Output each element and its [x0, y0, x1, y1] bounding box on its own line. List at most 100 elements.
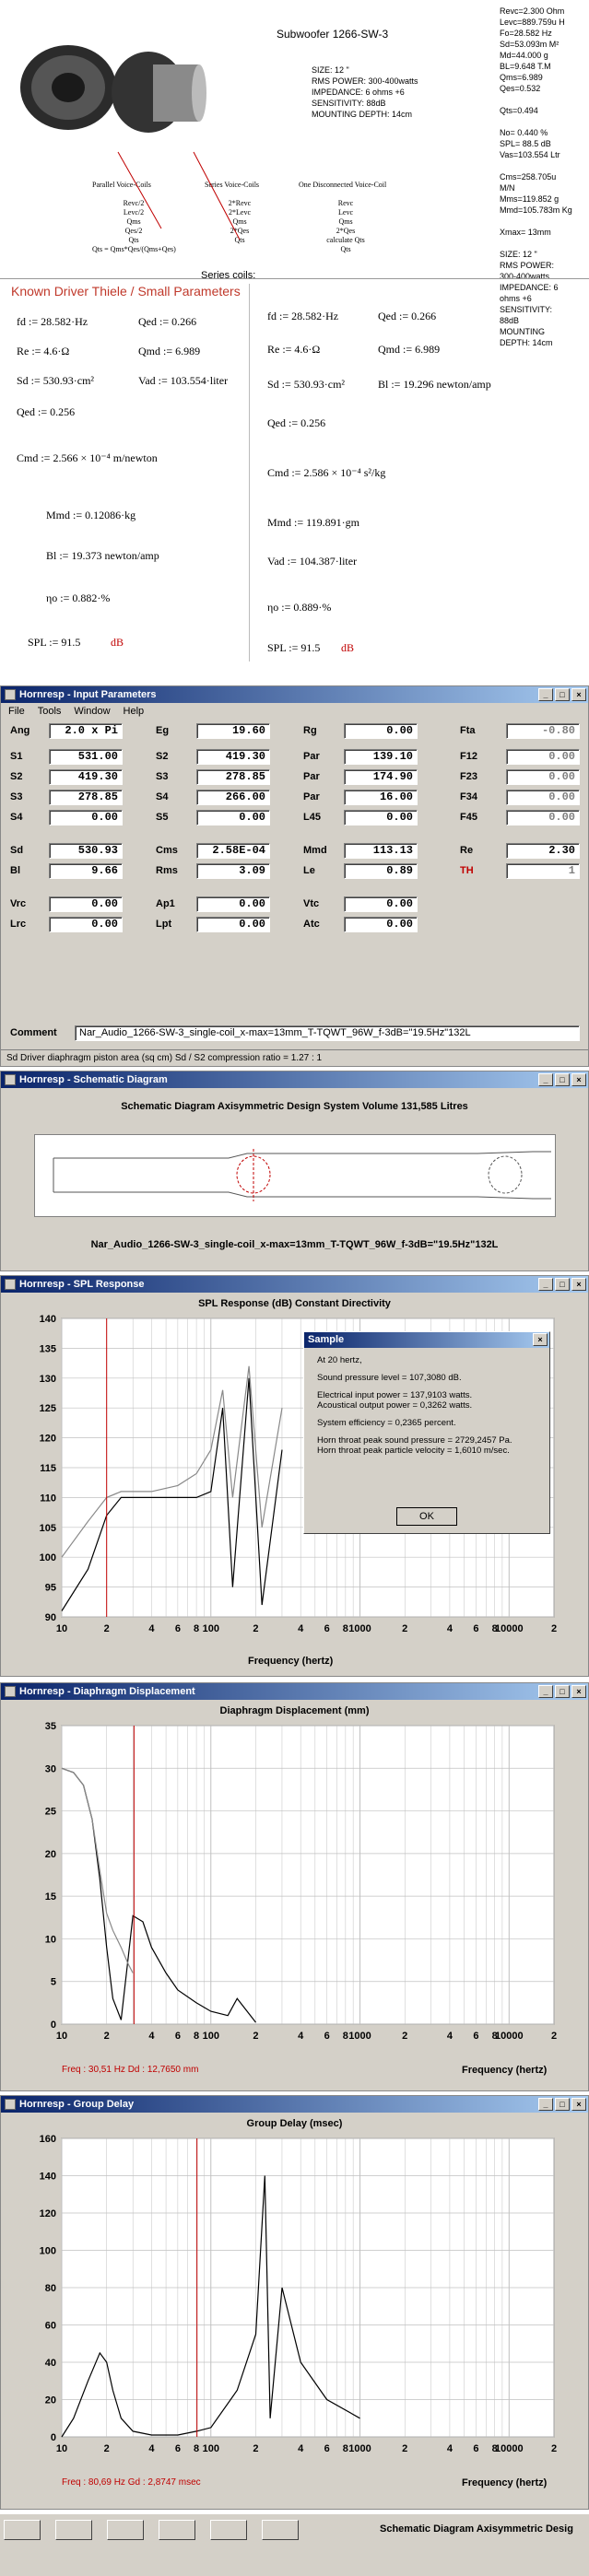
- close-button[interactable]: ×: [571, 1278, 586, 1291]
- x-tick-label: 4: [298, 2443, 304, 2454]
- param-label: F34: [460, 791, 477, 802]
- param-field[interactable]: 0.00: [506, 790, 580, 805]
- param-field[interactable]: 113.13: [344, 843, 418, 859]
- param-field[interactable]: 16.00: [344, 790, 418, 805]
- horn-schematic: [53, 1149, 551, 1201]
- param-field[interactable]: 0.89: [344, 863, 418, 879]
- param-field[interactable]: 0.00: [506, 810, 580, 825]
- maximize-button[interactable]: □: [555, 2098, 570, 2111]
- spec-sensitivity: SENSITIVITY: 88dB: [312, 99, 386, 108]
- param-field[interactable]: 530.93: [49, 843, 123, 859]
- param-field[interactable]: 3.09: [196, 863, 270, 879]
- param-field[interactable]: 1: [506, 863, 580, 879]
- displacement-chart[interactable]: 0510152025303510 2 4 6 8 100 2 4 6 8 1000 2 4 6 810000…: [1, 1720, 588, 2061]
- comment-input[interactable]: Nar_Audio_1266-SW-3_single-coil_x-max=13…: [75, 1025, 580, 1041]
- math-r-spl: SPL := 91.5: [267, 641, 321, 654]
- param-field[interactable]: 278.85: [196, 769, 270, 785]
- minimize-button[interactable]: _: [538, 1073, 553, 1086]
- param-field[interactable]: 0.00: [196, 810, 270, 825]
- param-field[interactable]: 19.60: [196, 723, 270, 739]
- maximize-button[interactable]: □: [555, 1073, 570, 1086]
- spl-titlebar[interactable]: Hornresp - SPL Response _ □ ×: [1, 1276, 588, 1293]
- taskbar-button[interactable]: [55, 2520, 92, 2540]
- param-field[interactable]: 419.30: [49, 769, 123, 785]
- close-button[interactable]: ×: [571, 1073, 586, 1086]
- taskbar-button[interactable]: [107, 2520, 144, 2540]
- driver-parameter-line: [500, 160, 572, 171]
- x-tick-label: 8: [343, 2031, 348, 2042]
- taskbar-button[interactable]: [159, 2520, 195, 2540]
- x-tick-label: 6: [473, 2443, 478, 2454]
- param-field[interactable]: 0.00: [344, 917, 418, 932]
- param-label: Fta: [460, 725, 476, 736]
- ok-button[interactable]: OK: [396, 1507, 457, 1526]
- disp-titlebar[interactable]: Hornresp - Diaphragm Displacement _ □ ×: [1, 1683, 588, 1700]
- param-field[interactable]: 266.00: [196, 790, 270, 805]
- maximize-button[interactable]: □: [555, 688, 570, 701]
- maximize-button[interactable]: □: [555, 1278, 570, 1291]
- taskbar-button[interactable]: [210, 2520, 247, 2540]
- close-button[interactable]: ×: [571, 1685, 586, 1698]
- menu-window[interactable]: Window: [74, 703, 110, 720]
- x-tick-label: 6: [473, 2031, 478, 2042]
- math-bl: Bl := 19.373 newton/amp: [46, 549, 159, 562]
- taskbar-button[interactable]: [262, 2520, 299, 2540]
- taskbar-button[interactable]: [4, 2520, 41, 2540]
- doc-title: Subwoofer 1266-SW-3: [277, 28, 389, 41]
- schematic-title: Hornresp - Schematic Diagram: [19, 1074, 168, 1085]
- menu-file[interactable]: File: [8, 703, 25, 720]
- param-field[interactable]: 174.90: [344, 769, 418, 785]
- gd-titlebar[interactable]: Hornresp - Group Delay _ □ ×: [1, 2096, 588, 2113]
- dialog-close-button[interactable]: ×: [533, 1333, 548, 1346]
- y-tick-label: 0: [51, 2432, 56, 2443]
- param-field[interactable]: 9.66: [49, 863, 123, 879]
- sample-dialog-titlebar[interactable]: Sample ×: [304, 1332, 549, 1348]
- minimize-button[interactable]: _: [538, 1685, 553, 1698]
- param-field[interactable]: 0.00: [196, 917, 270, 932]
- x-tick-label: 100: [203, 2031, 219, 2042]
- app-icon: [5, 1686, 16, 1697]
- param-field[interactable]: 0.00: [196, 896, 270, 912]
- x-tick-label: 2: [402, 1623, 407, 1634]
- param-field[interactable]: 0.00: [49, 810, 123, 825]
- param-label: Le: [303, 865, 315, 876]
- gd-xlabel: Frequency (hertz): [462, 2477, 548, 2488]
- x-tick-label: 10: [56, 2443, 67, 2454]
- maximize-button[interactable]: □: [555, 1685, 570, 1698]
- y-tick-label: 40: [45, 2358, 56, 2369]
- param-field[interactable]: 0.00: [49, 896, 123, 912]
- group-delay-chart[interactable]: 02040608010012014016010 2 4 6 8 100 2 4 6 8 1000 2 4…: [1, 2133, 588, 2474]
- dialog-line: Electrical input power = 137,9103 watts.: [317, 1390, 473, 1400]
- param-field[interactable]: 0.00: [344, 896, 418, 912]
- param-field[interactable]: 139.10: [344, 749, 418, 765]
- param-field[interactable]: 0.00: [506, 749, 580, 765]
- menu-help[interactable]: Help: [124, 703, 145, 720]
- param-field[interactable]: 2.0 x Pi: [49, 723, 123, 739]
- param-field[interactable]: 0.00: [49, 917, 123, 932]
- param-field[interactable]: 0.00: [344, 810, 418, 825]
- disp-readout: Freq : 30,51 Hz Dd : 12,7650 mm: [62, 2065, 199, 2075]
- menu-tools[interactable]: Tools: [38, 703, 62, 720]
- param-field[interactable]: 419.30: [196, 749, 270, 765]
- param-field[interactable]: 531.00: [49, 749, 123, 765]
- close-button[interactable]: ×: [571, 2098, 586, 2111]
- param-field[interactable]: 2.58E-04: [196, 843, 270, 859]
- param-field[interactable]: 2.30: [506, 843, 580, 859]
- minimize-button[interactable]: _: [538, 2098, 553, 2111]
- driver-parameter-line: RMS POWER:: [500, 261, 555, 270]
- schematic-window: Hornresp - Schematic Diagram _ □ × Schemat…: [0, 1071, 589, 1271]
- minimize-button[interactable]: _: [538, 1278, 553, 1291]
- param-field[interactable]: -0.80: [506, 723, 580, 739]
- param-label: F12: [460, 751, 477, 762]
- input-window-titlebar[interactable]: Hornresp - Input Parameters _ □ ×: [1, 686, 588, 703]
- driver-parameter-line: Levc=889.759u H: [500, 18, 565, 27]
- param-field[interactable]: 0.00: [344, 723, 418, 739]
- param-field[interactable]: 278.85: [49, 790, 123, 805]
- close-button[interactable]: ×: [571, 688, 586, 701]
- x-tick-label: 4: [298, 1623, 304, 1634]
- param-field[interactable]: 0.00: [506, 769, 580, 785]
- x-tick-label: 6: [175, 2031, 181, 2042]
- schematic-titlebar[interactable]: Hornresp - Schematic Diagram _ □ ×: [1, 1071, 588, 1088]
- minimize-button[interactable]: _: [538, 688, 553, 701]
- driver-parameter-line: Sd=53.093m M²: [500, 40, 560, 49]
